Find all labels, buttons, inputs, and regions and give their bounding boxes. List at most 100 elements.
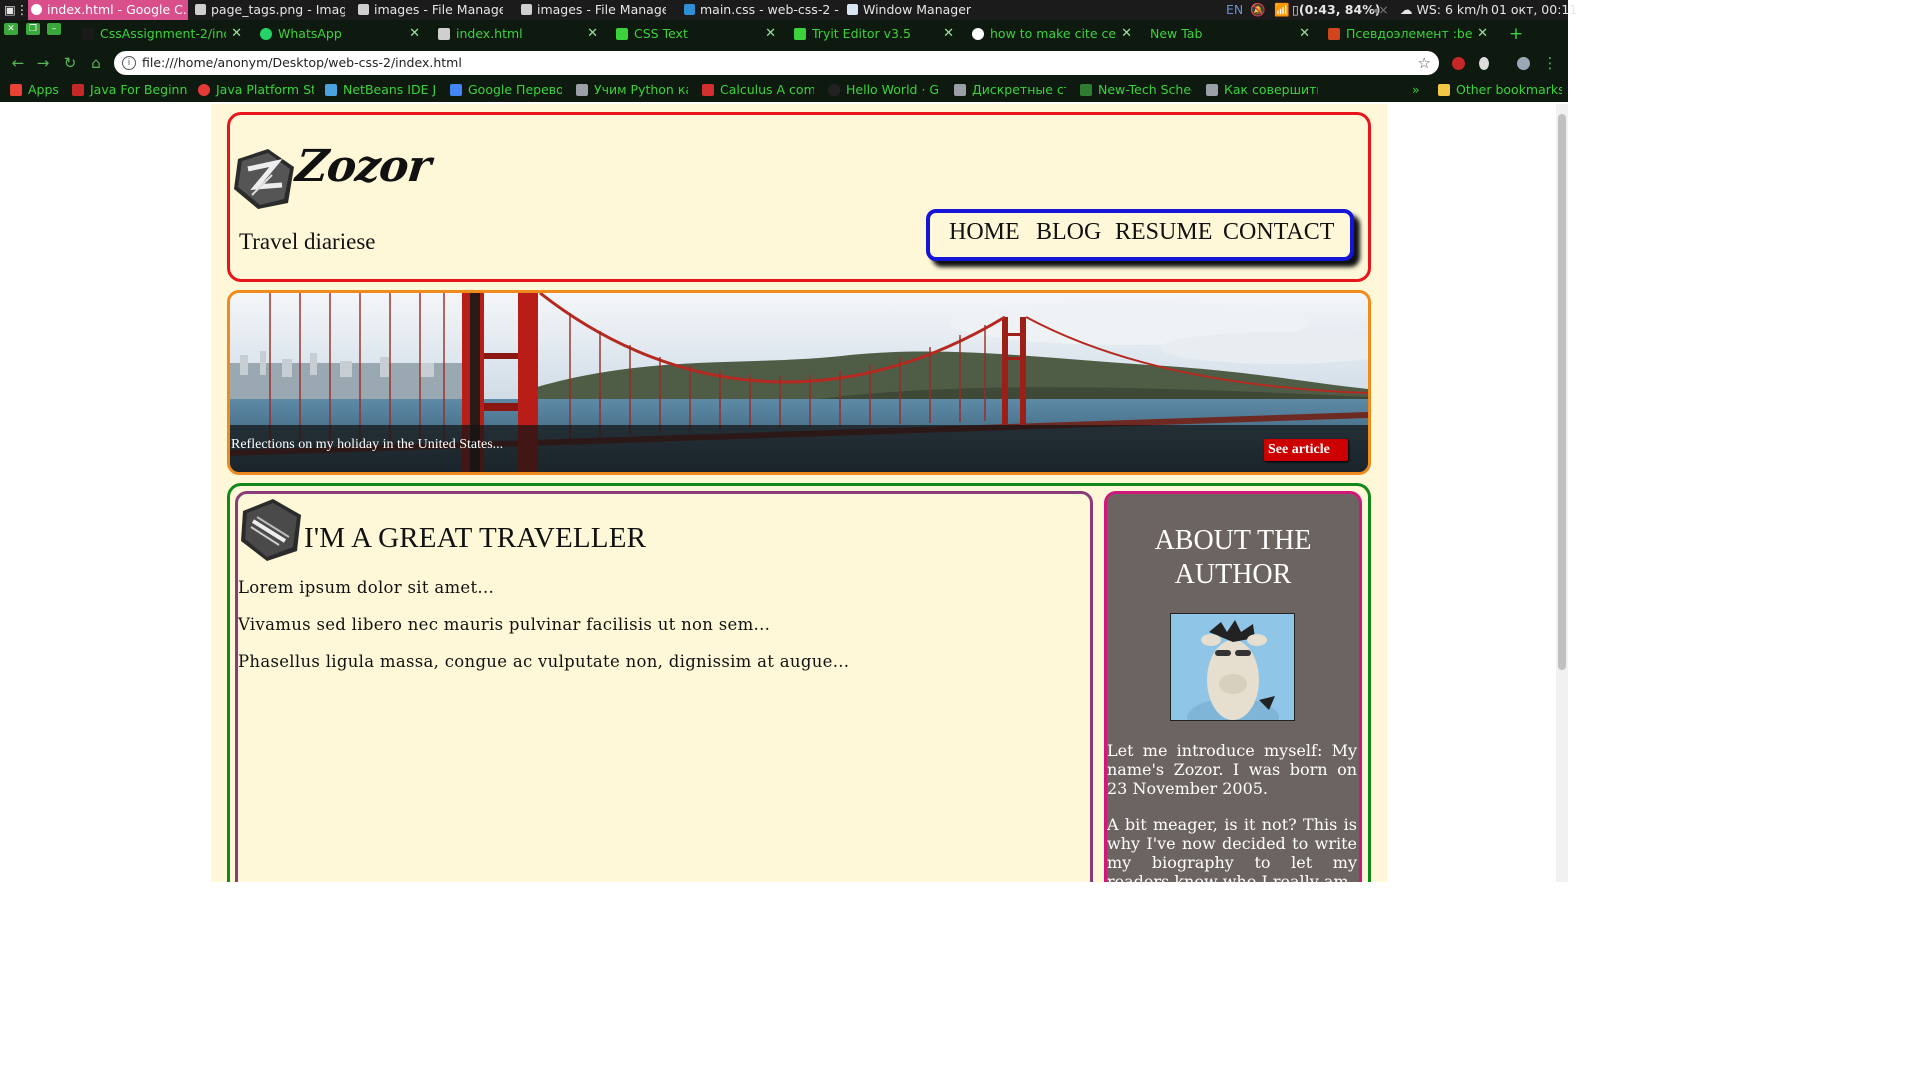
zozor-logo-icon xyxy=(234,149,294,209)
google-translate-icon xyxy=(450,84,462,96)
bookmarks-overflow-button[interactable]: » xyxy=(1412,78,1426,102)
wifi-icon[interactable]: 📶 xyxy=(1274,0,1290,20)
tab-cssassignment[interactable]: CssAssignment-2/inde ✕ xyxy=(78,20,248,48)
about-author-title: ABOUT THE AUTHOR xyxy=(1154,525,1312,590)
back-icon[interactable]: ← xyxy=(8,53,28,73)
banner-caption: Reflections on my holiday in the United … xyxy=(231,437,504,452)
bookmark-item[interactable]: Java Platform St xyxy=(198,78,314,102)
browser-toolbar: ← → ↻ ⌂ i file:///home/anonym/Desktop/we… xyxy=(0,48,1568,78)
bookmark-favicon-icon xyxy=(1206,84,1218,96)
bookmark-item[interactable]: Google Перево xyxy=(450,78,562,102)
github-icon xyxy=(82,28,94,40)
bookmark-item[interactable]: Calculus A comp xyxy=(702,78,814,102)
bookmarks-bar: Apps Java For Beginne Java Platform St N… xyxy=(0,78,1568,102)
logo-text[interactable]: Zozor xyxy=(293,141,432,192)
nav-blog-link[interactable]: BLOG xyxy=(1036,219,1101,246)
taskbar-window-image-viewer[interactable]: page_tags.png - Imag... xyxy=(195,0,345,20)
close-tab-icon[interactable]: ✕ xyxy=(1299,20,1310,48)
bookmark-favicon-icon xyxy=(72,84,84,96)
bookmark-item[interactable]: Учим Python ка xyxy=(576,78,688,102)
close-tab-icon[interactable]: ✕ xyxy=(1121,20,1132,48)
article-paragraph: Vivamus sed libero nec mauris pulvinar f… xyxy=(238,615,771,634)
os-taskbar: ▣⋮ index.html - Google C... page_tags.pn… xyxy=(0,0,1577,20)
close-tab-icon[interactable]: ✕ xyxy=(943,20,954,48)
bookmark-item[interactable]: Hello World · Gi xyxy=(828,78,940,102)
nav-resume-link[interactable]: RESUME xyxy=(1115,219,1212,246)
tab-new-tab[interactable]: New Tab ✕ xyxy=(1146,20,1316,48)
new-tab-button[interactable]: + xyxy=(1505,20,1527,48)
banner-caption-bar: Reflections on my holiday in the United … xyxy=(230,425,1368,472)
taskbar-window-editor[interactable]: main.css - web-css-2 - ... xyxy=(684,0,839,20)
bookmark-item[interactable]: Дискретные ст xyxy=(954,78,1066,102)
clock[interactable]: 01 окт, 00:11 xyxy=(1491,0,1577,20)
github-icon xyxy=(828,84,840,96)
extension-icon[interactable] xyxy=(1452,57,1465,70)
menu-kebab-icon[interactable]: ⋮ xyxy=(1540,53,1560,73)
page-scrollbar[interactable] xyxy=(1556,104,1568,882)
bookmark-item[interactable]: New-Tech Schec xyxy=(1080,78,1192,102)
close-tab-icon[interactable]: ✕ xyxy=(765,20,776,48)
folder-icon xyxy=(1438,84,1450,96)
whatsapp-icon xyxy=(260,28,272,40)
w3schools-icon xyxy=(616,28,628,40)
other-bookmarks-folder[interactable]: Other bookmarks xyxy=(1438,78,1562,102)
extension-icon[interactable] xyxy=(1479,57,1489,70)
bookmark-apps[interactable]: Apps xyxy=(10,78,66,102)
site-info-icon[interactable]: i xyxy=(122,56,136,70)
taskbar-window-window-manager[interactable]: Window Manager xyxy=(847,0,977,20)
address-bar[interactable]: i file:///home/anonym/Desktop/web-css-2/… xyxy=(114,51,1439,75)
tab-index-html[interactable]: index.html ✕ xyxy=(434,20,604,48)
maximize-window-icon[interactable]: ❐ xyxy=(26,23,40,35)
main-content: I'M A GREAT TRAVELLER Lorem ipsum dolor … xyxy=(227,483,1371,882)
close-tab-icon[interactable]: ✕ xyxy=(231,20,242,48)
chrome-icon xyxy=(31,4,42,15)
bookmark-item[interactable]: Java For Beginne xyxy=(72,78,188,102)
weather-status[interactable]: ☁ WS: 6 km/h xyxy=(1400,0,1488,20)
system-menu-icon[interactable]: ▣⋮ xyxy=(4,0,24,20)
main-navigation: HOME BLOG RESUME CONTACT xyxy=(926,209,1354,261)
forward-icon[interactable]: → xyxy=(33,53,53,73)
scrollbar-thumb[interactable] xyxy=(1558,114,1566,670)
oracle-icon xyxy=(198,84,210,96)
about-author-paragraph: A bit meager, is it not? This is why I'v… xyxy=(1107,815,1357,882)
close-window-icon[interactable]: ✕ xyxy=(4,23,18,35)
taskbar-window-chrome[interactable]: index.html - Google C... xyxy=(28,0,188,20)
image-icon xyxy=(195,4,206,15)
notifications-muted-icon[interactable]: 🔕 xyxy=(1250,0,1266,20)
tab-whatsapp[interactable]: WhatsApp ✕ xyxy=(256,20,426,48)
file-icon xyxy=(438,28,450,40)
tab-google-search[interactable]: how to make cite cent ✕ xyxy=(968,20,1138,48)
apps-grid-icon xyxy=(10,84,22,96)
bookmark-star-icon[interactable]: ☆ xyxy=(1418,51,1431,75)
minimize-window-icon[interactable]: – xyxy=(47,23,61,35)
google-icon xyxy=(972,28,984,40)
article: I'M A GREAT TRAVELLER Lorem ipsum dolor … xyxy=(235,491,1093,882)
close-tab-icon[interactable]: ✕ xyxy=(1477,20,1488,48)
nav-home-link[interactable]: HOME xyxy=(949,219,1020,246)
battery-status[interactable]: ▯(0:43, 84%) xyxy=(1292,0,1380,20)
bookmark-item[interactable]: Как совершить xyxy=(1206,78,1318,102)
keyboard-layout[interactable]: EN xyxy=(1226,0,1243,20)
home-icon[interactable]: ⌂ xyxy=(86,53,106,73)
hero-banner: Reflections on my holiday in the United … xyxy=(227,290,1371,475)
bookmark-item[interactable]: NetBeans IDE Ja xyxy=(325,78,437,102)
taskbar-window-file-manager-1[interactable]: images - File Manager xyxy=(358,0,503,20)
tab-tryit-editor[interactable]: Tryit Editor v3.5 ✕ xyxy=(790,20,960,48)
close-tab-icon[interactable]: ✕ xyxy=(409,20,420,48)
profile-avatar-icon[interactable] xyxy=(1517,57,1530,70)
sheets-icon xyxy=(1080,84,1092,96)
article-title: I'M A GREAT TRAVELLER xyxy=(304,522,647,554)
reload-icon[interactable]: ↻ xyxy=(60,53,80,73)
taskbar-window-file-manager-2[interactable]: images - File Manager xyxy=(521,0,666,20)
address-bar-url: file:///home/anonym/Desktop/web-css-2/in… xyxy=(142,55,462,70)
article-quill-icon xyxy=(241,499,301,561)
about-author-sidebar: ABOUT THE AUTHOR Let me introduce myself… xyxy=(1104,491,1362,882)
volume-icon[interactable]: ◂× xyxy=(1372,0,1389,20)
tab-css-text[interactable]: CSS Text ✕ xyxy=(612,20,782,48)
page-container: Zozor Travel diariese HOME BLOG RESUME C… xyxy=(211,104,1387,882)
nav-contact-link[interactable]: CONTACT xyxy=(1223,219,1334,246)
tab-pseudoelement[interactable]: Псевдоэлемент :befo ✕ xyxy=(1324,20,1494,48)
close-tab-icon[interactable]: ✕ xyxy=(587,20,598,48)
see-article-button[interactable]: See article xyxy=(1264,439,1348,461)
article-paragraph: Lorem ipsum dolor sit amet... xyxy=(238,578,495,597)
